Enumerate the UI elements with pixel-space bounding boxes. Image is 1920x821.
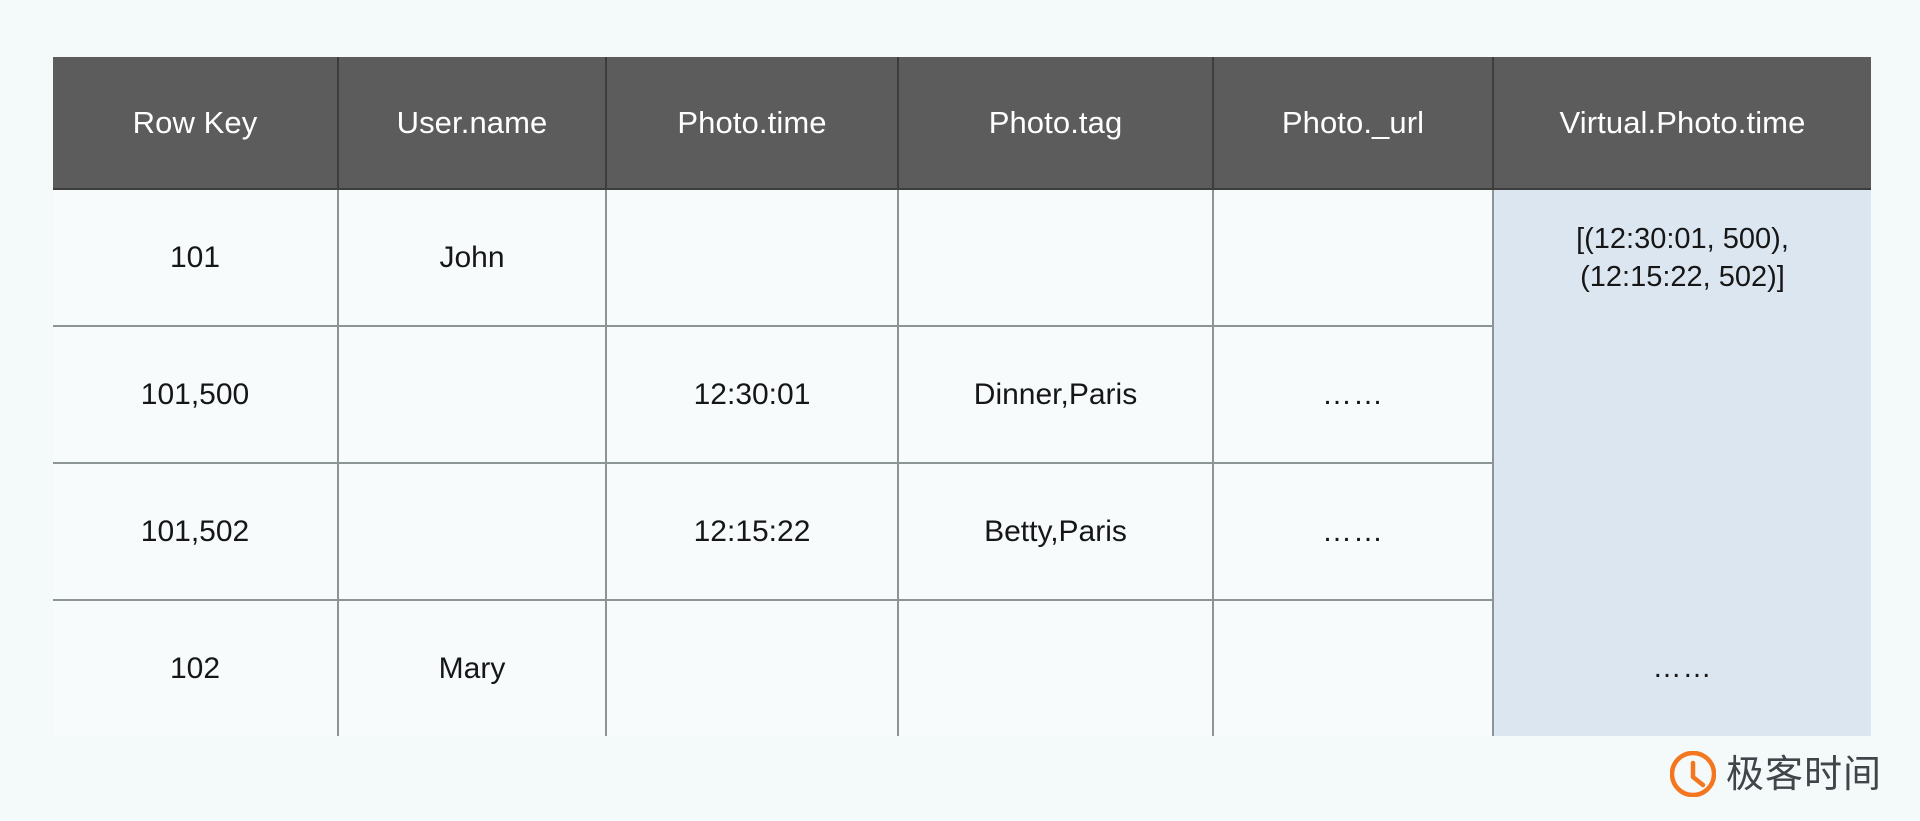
table-container: Row Key User.name Photo.time Photo.tag P… — [53, 57, 1871, 736]
cell-photo-url: …… — [1213, 326, 1494, 464]
cell-photo-tag: Dinner,Paris — [898, 326, 1214, 464]
table-header: Row Key User.name Photo.time Photo.tag P… — [53, 57, 1871, 190]
virtual-value-line-2: (12:15:22, 502)] — [1580, 261, 1785, 293]
table-row: 101,502 12:15:22 Betty,Paris …… — [53, 463, 1871, 601]
cell-user-name: John — [338, 189, 607, 327]
virtual-column-table: Row Key User.name Photo.time Photo.tag P… — [53, 57, 1871, 736]
cell-photo-time — [606, 189, 899, 327]
cell-photo-time: 12:30:01 — [606, 326, 899, 464]
column-header-user-name: User.name — [338, 57, 607, 190]
cell-photo-url — [1213, 600, 1494, 736]
cell-virtual-photo-time — [1493, 326, 1871, 463]
table-row: 102 Mary …… — [53, 600, 1871, 736]
cell-row-key: 101,500 — [53, 326, 339, 464]
cell-row-key: 102 — [53, 600, 339, 736]
cell-photo-tag: Betty,Paris — [898, 463, 1214, 601]
cell-photo-tag — [898, 600, 1214, 736]
cell-virtual-photo-time — [1493, 463, 1871, 600]
column-header-photo-tag: Photo.tag — [898, 57, 1214, 190]
cell-row-key: 101 — [53, 189, 339, 327]
cell-row-key: 101,502 — [53, 463, 339, 601]
watermark-label: 极客时间 — [1725, 752, 1882, 796]
table-row: 101 John [(12:30:01, 500), (12:15:22, 50… — [53, 189, 1871, 327]
cell-user-name — [338, 326, 607, 464]
cell-user-name: Mary — [338, 600, 607, 736]
virtual-value-line-1: …… — [1652, 651, 1713, 684]
column-header-row-key: Row Key — [53, 57, 339, 190]
cell-photo-url: …… — [1213, 463, 1494, 601]
cell-virtual-photo-time: …… — [1493, 600, 1871, 736]
virtual-value-line-1: [(12:30:01, 500), — [1576, 222, 1789, 255]
cell-photo-url — [1213, 189, 1494, 327]
cell-user-name — [338, 463, 607, 601]
table-body: 101 John [(12:30:01, 500), (12:15:22, 50… — [53, 189, 1871, 736]
screenshot-root: Row Key User.name Photo.time Photo.tag P… — [0, 0, 1920, 821]
column-header-photo-time: Photo.time — [606, 57, 899, 190]
cell-virtual-photo-time: [(12:30:01, 500), (12:15:22, 502)] — [1493, 189, 1871, 326]
cell-photo-time: 12:15:22 — [606, 463, 899, 601]
table-row: 101,500 12:30:01 Dinner,Paris …… — [53, 326, 1871, 464]
column-header-photo-url: Photo._url — [1213, 57, 1494, 190]
cell-photo-tag — [898, 189, 1214, 327]
cell-photo-time — [606, 600, 899, 736]
table-header-row: Row Key User.name Photo.time Photo.tag P… — [53, 57, 1871, 190]
watermark: 极客时间 — [1669, 750, 1882, 798]
geek-time-logo-icon — [1669, 750, 1717, 798]
column-header-virtual-photo-time: Virtual.Photo.time — [1493, 57, 1871, 190]
